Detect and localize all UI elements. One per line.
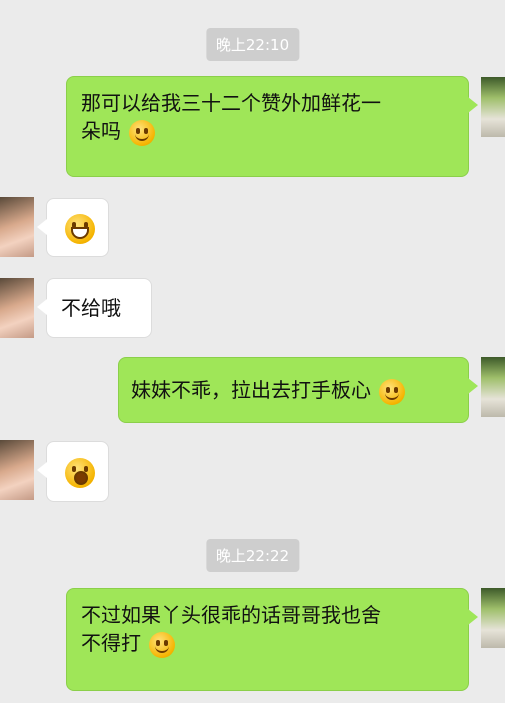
smile-emoji-icon [149, 631, 176, 658]
message-text: 不过如果丫头很乖的话哥哥我也舍 [81, 603, 381, 627]
scream-emoji-icon [65, 457, 95, 488]
message-bubble-outgoing[interactable]: 妹妹不乖，拉出去打手板心 [118, 357, 478, 423]
avatar[interactable] [0, 278, 34, 338]
message-text: 妹妹不乖，拉出去打手板心 [131, 378, 371, 402]
grin-emoji-icon [65, 213, 95, 244]
avatar[interactable] [0, 440, 34, 500]
message-bubble-incoming[interactable] [37, 198, 109, 257]
avatar[interactable] [481, 588, 505, 648]
message-bubble-outgoing[interactable]: 不过如果丫头很乖的话哥哥我也舍 不得打 [66, 588, 478, 691]
avatar[interactable] [0, 197, 34, 257]
message-text-line2: 不得打 [81, 629, 456, 658]
avatar[interactable] [481, 77, 505, 137]
timestamp: 晚上22:10 [205, 28, 300, 61]
message-bubble-incoming[interactable] [37, 441, 109, 502]
message-text-line2: 朵吗 [81, 117, 456, 146]
smile-emoji-icon [379, 378, 406, 405]
message-bubble-outgoing[interactable]: 那可以给我三十二个赞外加鲜花一 朵吗 [66, 76, 478, 177]
message-text: 那可以给我三十二个赞外加鲜花一 [81, 91, 381, 115]
message-bubble-incoming[interactable]: 不给哦 [37, 278, 152, 338]
message-text: 不给哦 [61, 296, 121, 320]
smile-emoji-icon [129, 119, 156, 146]
avatar[interactable] [481, 357, 505, 417]
timestamp: 晚上22:22 [205, 539, 300, 572]
